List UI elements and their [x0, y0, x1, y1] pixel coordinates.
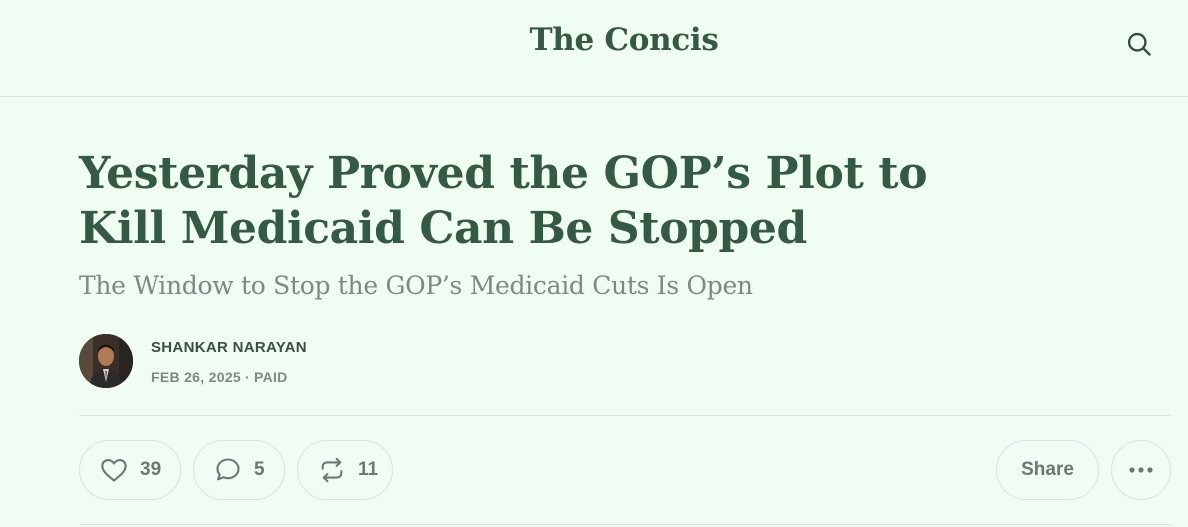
share-button[interactable]: Share: [996, 440, 1099, 500]
meta-separator: ·: [245, 369, 250, 385]
search-icon: [1127, 32, 1151, 56]
divider-bottom: [79, 524, 1171, 525]
like-count: 39: [140, 459, 162, 480]
restack-icon: [321, 457, 343, 483]
comment-count: 5: [254, 459, 265, 480]
more-icon: [1129, 467, 1153, 473]
article-subtitle: The Window to Stop the GOP’s Medicaid Cu…: [79, 271, 753, 300]
share-label: Share: [1021, 459, 1074, 480]
access-label: PAID: [253, 369, 288, 385]
restack-count: 11: [358, 459, 379, 480]
comment-icon: [216, 458, 240, 481]
restack-button[interactable]: 11: [297, 440, 393, 500]
site-title[interactable]: The Concis: [0, 22, 1188, 58]
comment-button[interactable]: 5: [193, 440, 285, 500]
search-button[interactable]: [1122, 27, 1156, 61]
like-button[interactable]: 39: [79, 440, 181, 500]
more-options-button[interactable]: [1111, 440, 1171, 500]
post-meta: FEB 26, 2025 · PAID: [151, 369, 288, 385]
article-title: Yesterday Proved the GOP’s Plot to Kill …: [79, 148, 928, 254]
heart-icon: [101, 459, 127, 482]
post-date: FEB 26, 2025: [151, 369, 241, 385]
author-name[interactable]: SHANKAR NARAYAN: [151, 339, 307, 356]
divider-top: [79, 415, 1171, 416]
top-bar: The Concis: [0, 0, 1188, 97]
author-avatar[interactable]: [79, 334, 133, 388]
author-photo: [79, 334, 133, 388]
